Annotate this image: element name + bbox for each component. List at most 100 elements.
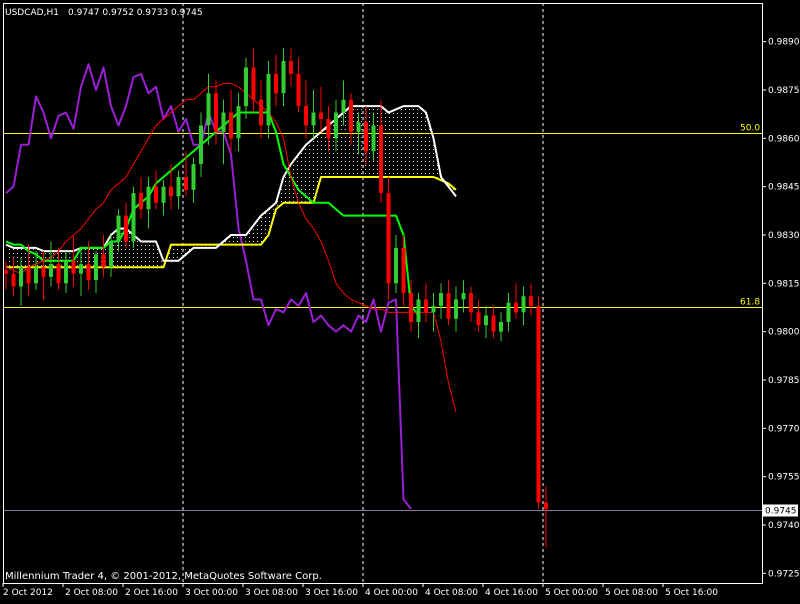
candle-body: [49, 264, 53, 277]
candle-body: [266, 73, 271, 126]
x-tick-label: 4 Oct 16:00: [485, 588, 538, 598]
candle-body: [401, 247, 406, 293]
candle-body: [356, 122, 361, 132]
x-tick-label: 5 Oct 00:00: [545, 588, 598, 598]
candle-body: [476, 312, 481, 326]
candle-body: [484, 315, 488, 326]
candle-body: [11, 273, 16, 287]
x-tick-label: 4 Oct 08:00: [425, 588, 478, 598]
candle-body: [221, 112, 226, 132]
x-tick-label: 5 Oct 16:00: [665, 588, 718, 598]
copyright-text: Millennium Trader 4, © 2001-2012, MetaQu…: [5, 571, 322, 582]
candle-body: [244, 67, 248, 107]
candle-body: [491, 315, 496, 332]
candle-body: [259, 99, 263, 126]
candle-body: [529, 296, 533, 306]
candle-body: [454, 299, 458, 319]
candle-body: [131, 193, 136, 242]
candle-body: [379, 125, 383, 194]
candle-body: [154, 186, 158, 203]
candle-body: [521, 296, 526, 313]
candle-body: [94, 254, 98, 281]
x-tick-label: 2 Oct 08:00: [65, 588, 118, 598]
candle-body: [364, 122, 368, 152]
x-tick-label: 3 Oct 16:00: [305, 588, 358, 598]
candle-body: [304, 106, 308, 126]
candle-body: [116, 215, 121, 242]
x-tick-label: 2 Oct 2012: [3, 588, 53, 598]
candle-body: [326, 119, 331, 139]
candle-body: [544, 502, 548, 509]
candle-body: [146, 186, 151, 210]
candle-body: [274, 73, 278, 94]
fib-level-label: 50.0: [740, 124, 760, 134]
y-tick-label: 0.9860: [768, 134, 800, 144]
candle-body: [26, 267, 31, 284]
y-tick-label: 0.9755: [768, 473, 800, 483]
y-tick-label: 0.9785: [768, 376, 800, 386]
candle-body: [214, 93, 218, 132]
candle-body: [161, 186, 166, 203]
fib-level-label: 61.8: [740, 298, 760, 308]
y-tick-label: 0.9830: [768, 231, 800, 241]
candle-body: [341, 99, 346, 113]
candle-body: [101, 254, 106, 268]
candle-body: [431, 305, 436, 313]
candle-body: [281, 61, 286, 94]
x-tick-label: 4 Oct 00:00: [365, 588, 418, 598]
candle-body: [176, 177, 181, 197]
candle-body: [41, 267, 46, 277]
candle-body: [124, 215, 128, 242]
candle-body: [319, 112, 323, 119]
candle-body: [469, 293, 473, 313]
chart-ohlc: 0.9747 0.9752 0.9733 0.9745: [68, 8, 203, 18]
candle-body: [499, 322, 503, 332]
candle-body: [386, 193, 391, 284]
candle-body: [86, 264, 91, 281]
candle-body: [446, 293, 451, 319]
y-tick-label: 0.9815: [768, 279, 800, 289]
candle-body: [394, 247, 398, 284]
candle-body: [371, 125, 376, 152]
candle-body: [191, 164, 196, 190]
candle-body: [4, 270, 8, 274]
candle-body: [169, 186, 173, 197]
candle-body: [19, 267, 23, 287]
candle-body: [416, 299, 421, 322]
y-tick-label: 0.9770: [768, 424, 800, 434]
candle-body: [236, 106, 241, 139]
candle-body: [199, 125, 203, 165]
candle-body: [409, 293, 413, 322]
x-tick-label: 2 Oct 16:00: [125, 588, 178, 598]
chart: 50.0 61.8 0.9890 0.9875 0.9860 0.9845 0.9830 0…: [0, 0, 800, 600]
candle-body: [34, 267, 38, 284]
y-tick-label: 0.9845: [768, 183, 800, 193]
candle-body: [71, 260, 76, 274]
y-tick-label: 0.9740: [768, 521, 800, 531]
candle-body: [251, 67, 256, 100]
chart-symbol: USDCAD,H1: [5, 8, 59, 18]
candle-body: [206, 93, 211, 126]
candle-body: [311, 112, 316, 126]
candlestick-chart: 50.0 61.8 0.9890 0.9875 0.9860 0.9845 0.9830 0…: [0, 0, 800, 600]
candle-body: [334, 112, 338, 139]
candle-body: [296, 73, 301, 107]
candle-body: [439, 293, 443, 306]
candle-body: [64, 260, 68, 284]
y-tick-label: 0.9890: [768, 38, 800, 48]
y-tick-label: 0.9875: [768, 86, 800, 96]
current-price-label: 0.9745: [765, 507, 797, 517]
x-tick-label: 3 Oct 08:00: [245, 588, 298, 598]
candle-body: [514, 302, 518, 313]
candle-body: [56, 264, 61, 284]
x-tick-label: 5 Oct 08:00: [605, 588, 658, 598]
candle-body: [229, 112, 233, 139]
candle-body: [349, 99, 353, 132]
y-tick-label: 0.9725: [768, 569, 800, 579]
candle-body: [506, 302, 511, 322]
candle-body: [184, 177, 188, 190]
candle-body: [109, 241, 113, 268]
candle-body: [424, 299, 428, 313]
x-tick-label: 3 Oct 00:00: [185, 588, 238, 598]
candle-body: [461, 293, 466, 300]
